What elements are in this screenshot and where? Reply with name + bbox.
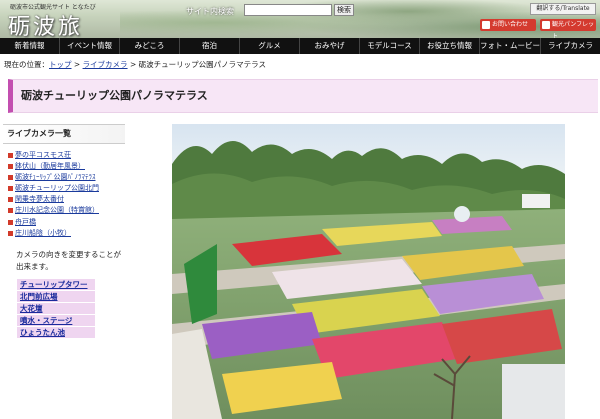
bullet-icon	[8, 219, 13, 225]
camera-scene	[172, 124, 565, 419]
list-item: 砺波チューリップ公園北門	[3, 183, 125, 194]
page-title-bar: 砺波チューリップ公園パノラマテラス	[8, 79, 598, 113]
camera-link[interactable]: 庄川船陰（小牧）	[15, 229, 71, 237]
search-input[interactable]	[244, 4, 332, 16]
bullet-icon	[8, 197, 13, 203]
book-icon	[542, 21, 550, 29]
site-header: 砺波市公式観光サイト となたび 砺波旅 サイト内検索 検索 翻訳する/Trans…	[0, 0, 600, 38]
nav-gourmet[interactable]: グルメ	[240, 38, 300, 54]
nav-sights[interactable]: みどころ	[120, 38, 180, 54]
camera-link[interactable]: 庄川水記念公園（特賞館）	[15, 206, 99, 214]
breadcrumb-separator: >	[127, 60, 139, 69]
list-item: 庄川水記念公園（特賞館）	[3, 205, 125, 216]
breadcrumb-top[interactable]: トップ	[49, 60, 72, 69]
list-item: 夢の平コスモス荘	[3, 150, 125, 161]
direction-gourd-pond[interactable]: ひょうたん池	[17, 326, 95, 338]
camera-link[interactable]: 砺波ﾁｭｰﾘｯﾌﾟ公園ﾊﾟﾉﾗﾏﾃﾗｽ	[15, 173, 96, 181]
breadcrumb-live-camera[interactable]: ライブカメラ	[83, 60, 128, 69]
contact-label: お問い合わせ	[492, 21, 529, 28]
page-title: 砺波チューリップ公園パノラマテラス	[21, 89, 208, 102]
camera-list: 夢の平コスモス荘 鉢伏山（勤居年風景） 砺波ﾁｭｰﾘｯﾌﾟ公園ﾊﾟﾉﾗﾏﾃﾗｽ …	[3, 150, 125, 239]
direction-north-gate[interactable]: 北門前広場	[17, 290, 95, 302]
nav-photo-movie[interactable]: フォト・ムービー	[480, 38, 541, 54]
list-item: 閑乗寺夢太番付	[3, 194, 125, 205]
breadcrumb-current: 砺波チューリップ公園パノラマテラス	[138, 60, 266, 69]
camera-link[interactable]: 砺波チューリップ公園北門	[15, 184, 99, 192]
nav-events[interactable]: イベント情報	[60, 38, 120, 54]
mail-icon	[482, 21, 490, 29]
translate-button[interactable]: 翻訳する/Translate	[530, 3, 596, 15]
bullet-icon	[8, 175, 13, 181]
nav-model-course[interactable]: モデルコース	[360, 38, 420, 54]
list-item: 砺波ﾁｭｰﾘｯﾌﾟ公園ﾊﾟﾉﾗﾏﾃﾗｽ	[3, 172, 125, 183]
bullet-icon	[8, 186, 13, 192]
camera-link[interactable]: 閑乗寺夢太番付	[15, 195, 64, 203]
contact-button[interactable]: お問い合わせ	[480, 19, 536, 31]
nav-souvenir[interactable]: おみやげ	[300, 38, 360, 54]
main-nav: 新着情報 イベント情報 みどころ 宿泊 グルメ おみやげ モデルコース お役立ち…	[0, 38, 600, 54]
direction-list: チューリップタワー 北門前広場 大花壇 噴水・ステージ ひょうたん池	[3, 278, 125, 338]
breadcrumb: 現在の位置：トップ > ライブカメラ > 砺波チューリップ公園パノラマテラス	[4, 59, 266, 70]
site-logo[interactable]: 砺波旅	[8, 9, 83, 38]
bullet-icon	[8, 164, 13, 170]
bullet-icon	[8, 230, 13, 236]
direction-fountain-stage[interactable]: 噴水・ステージ	[17, 314, 95, 326]
nav-stay[interactable]: 宿泊	[180, 38, 240, 54]
camera-link[interactable]: 夢の平コスモス荘	[15, 151, 71, 159]
live-camera-image	[172, 124, 565, 419]
camera-link[interactable]: 鉢伏山（勤居年風景）	[15, 162, 85, 170]
search-button[interactable]: 検索	[334, 4, 354, 16]
breadcrumb-prefix: 現在の位置：	[4, 60, 49, 69]
direction-tulip-tower[interactable]: チューリップタワー	[17, 278, 95, 290]
list-item: 舟戸橋	[3, 217, 125, 228]
search-label: サイト内検索	[186, 7, 234, 16]
camera-direction-note: カメラの向きを変更することが出来ます。	[16, 249, 121, 271]
pamphlet-button[interactable]: 観光パンフレット	[540, 19, 596, 38]
list-item: 鉢伏山（勤居年風景）	[3, 161, 125, 172]
direction-flower-bed[interactable]: 大花壇	[17, 302, 95, 314]
camera-link[interactable]: 舟戸橋	[15, 218, 36, 226]
list-item: 庄川船陰（小牧）	[3, 228, 125, 239]
bullet-icon	[8, 153, 13, 158]
nav-live-camera[interactable]: ライブカメラ	[541, 38, 600, 54]
sidebar: ライブカメラ一覧 夢の平コスモス荘 鉢伏山（勤居年風景） 砺波ﾁｭｰﾘｯﾌﾟ公園…	[3, 124, 125, 350]
sidebar-heading: ライブカメラ一覧	[3, 124, 125, 144]
bullet-icon	[8, 208, 13, 214]
nav-news[interactable]: 新着情報	[0, 38, 60, 54]
breadcrumb-separator: >	[71, 60, 83, 69]
nav-useful-info[interactable]: お役立ち情報	[420, 38, 480, 54]
